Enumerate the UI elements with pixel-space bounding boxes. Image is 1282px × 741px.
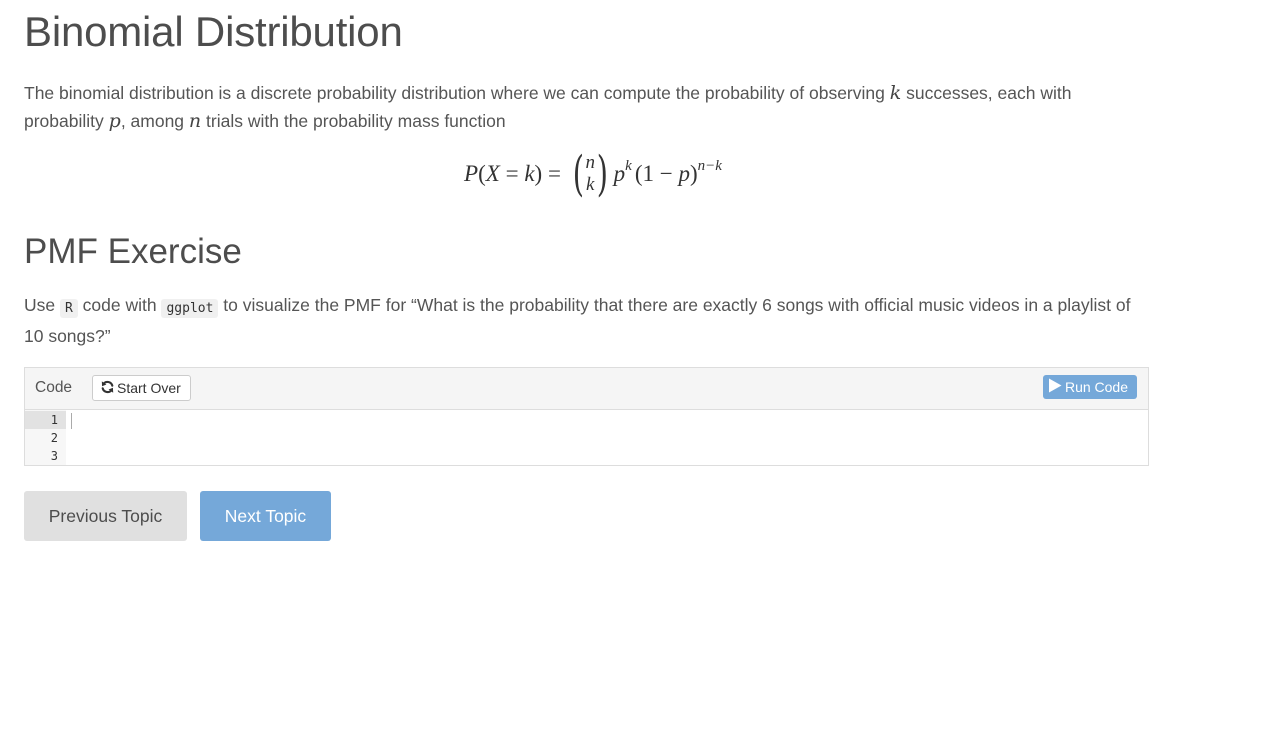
- play-icon: [1048, 378, 1065, 396]
- next-topic-button[interactable]: Next Topic: [200, 491, 331, 541]
- binom-right-paren: ): [596, 146, 608, 202]
- code-panel-header: Code Start Over Run Code: [25, 368, 1148, 410]
- formula-open-paren: (: [478, 161, 486, 186]
- run-code-button[interactable]: Run Code: [1042, 375, 1137, 399]
- formula-close: ): [689, 161, 698, 186]
- inline-code-ggplot: ggplot: [161, 299, 219, 318]
- formula-p: p: [613, 161, 626, 186]
- intro-text-3: , among: [120, 111, 189, 131]
- formula-k: k: [524, 161, 535, 186]
- code-editor[interactable]: 1 2 3: [25, 410, 1148, 465]
- text-cursor: [71, 413, 72, 429]
- intro-text-1: The binomial distribution is a discrete …: [24, 83, 890, 103]
- inline-code-r: R: [59, 299, 78, 318]
- formula-equals: =: [542, 161, 567, 186]
- formula-P: P: [464, 161, 479, 186]
- intro-text-4: trials with the probability mass functio…: [201, 111, 506, 131]
- instructions-text-1: Use: [24, 295, 60, 315]
- formula-one-minus: (1 −: [634, 161, 679, 186]
- instructions-text-2: code with: [77, 295, 162, 315]
- start-over-label: Start Over: [117, 380, 181, 396]
- formula-exponent-k: k: [625, 157, 632, 174]
- code-exercise-panel: Code Start Over Run Code 1 2 3: [24, 367, 1149, 466]
- binom-bottom: k: [585, 174, 595, 195]
- line-number: 3: [50, 449, 58, 463]
- line-number: 1: [25, 411, 66, 429]
- start-over-button[interactable]: Start Over: [92, 375, 191, 401]
- formula-p2: p: [678, 161, 690, 186]
- formula-close-paren: ): [534, 161, 543, 186]
- line-number: 2: [50, 431, 58, 445]
- pmf-formula: P(X = k) = ( n k ) p k (1 − p) n−k: [24, 150, 1148, 206]
- binom-top: n: [585, 152, 595, 173]
- page-title: Binomial Distribution: [24, 8, 403, 55]
- exercise-instructions: Use R code with ggplot to visualize the …: [24, 291, 1144, 350]
- refresh-icon: [100, 380, 117, 397]
- exercise-heading: PMF Exercise: [24, 232, 242, 271]
- run-code-label: Run Code: [1064, 379, 1128, 395]
- formula-inner-equals: =: [499, 161, 525, 186]
- formula-exponent-n-minus-k: n−k: [697, 157, 722, 174]
- binomial-coefficient: ( n k ): [569, 150, 612, 198]
- previous-topic-button[interactable]: Previous Topic: [24, 491, 187, 541]
- line-number-gutter: 1 2 3: [25, 410, 66, 465]
- math-var-n: n: [188, 110, 202, 132]
- intro-paragraph: The binomial distribution is a discrete …: [24, 79, 1144, 135]
- math-var-k: k: [889, 82, 902, 104]
- code-label: Code: [35, 379, 73, 396]
- binom-left-paren: (: [572, 146, 584, 202]
- math-var-p: p: [108, 110, 121, 132]
- formula-X: X: [485, 161, 500, 186]
- code-input-area[interactable]: [66, 410, 1148, 465]
